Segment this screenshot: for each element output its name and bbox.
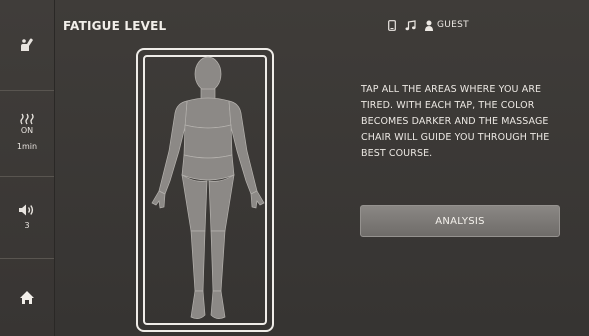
- home-icon: [20, 290, 34, 304]
- body-chest[interactable]: [184, 97, 232, 129]
- body-right-hand[interactable]: [250, 190, 265, 209]
- user-icon: [425, 20, 433, 31]
- body-right-foot[interactable]: [210, 290, 226, 319]
- body-abdomen[interactable]: [183, 124, 233, 159]
- phone-icon[interactable]: [388, 19, 396, 31]
- body-left-thigh[interactable]: [181, 174, 208, 232]
- body-left-hand[interactable]: [151, 190, 166, 209]
- body-right-calf[interactable]: [210, 230, 226, 292]
- volume-control[interactable]: 3: [0, 176, 54, 259]
- status-bar: GUEST: [388, 18, 469, 32]
- body-head[interactable]: [194, 56, 222, 92]
- heat-icon: [20, 113, 34, 125]
- body-neck[interactable]: [200, 88, 216, 100]
- heat-status: ON: [20, 126, 34, 135]
- page-title: FATIGUE LEVEL: [63, 19, 167, 33]
- analysis-button[interactable]: ANALYSIS: [360, 205, 560, 237]
- body-map[interactable]: [139, 51, 271, 329]
- chair-mode-button[interactable]: [0, 0, 54, 91]
- heat-control[interactable]: ON 1min: [0, 90, 54, 177]
- volume-level: 3: [24, 220, 30, 230]
- body-hips[interactable]: [181, 154, 235, 181]
- heat-duration: 1min: [16, 142, 38, 151]
- user-status[interactable]: GUEST: [425, 20, 469, 31]
- speaker-icon: [19, 204, 34, 215]
- body-left-calf[interactable]: [190, 230, 206, 292]
- sidebar: ON 1min 3: [0, 0, 55, 336]
- home-button[interactable]: [0, 258, 54, 336]
- user-label: GUEST: [437, 20, 469, 30]
- instructions-text: TAP ALL THE AREAS WHERE YOU ARE TIRED. W…: [361, 84, 550, 159]
- body-left-foot[interactable]: [190, 290, 206, 319]
- massage-chair-icon: [21, 38, 33, 51]
- body-right-thigh[interactable]: [208, 174, 235, 232]
- music-note-icon[interactable]: [405, 19, 416, 31]
